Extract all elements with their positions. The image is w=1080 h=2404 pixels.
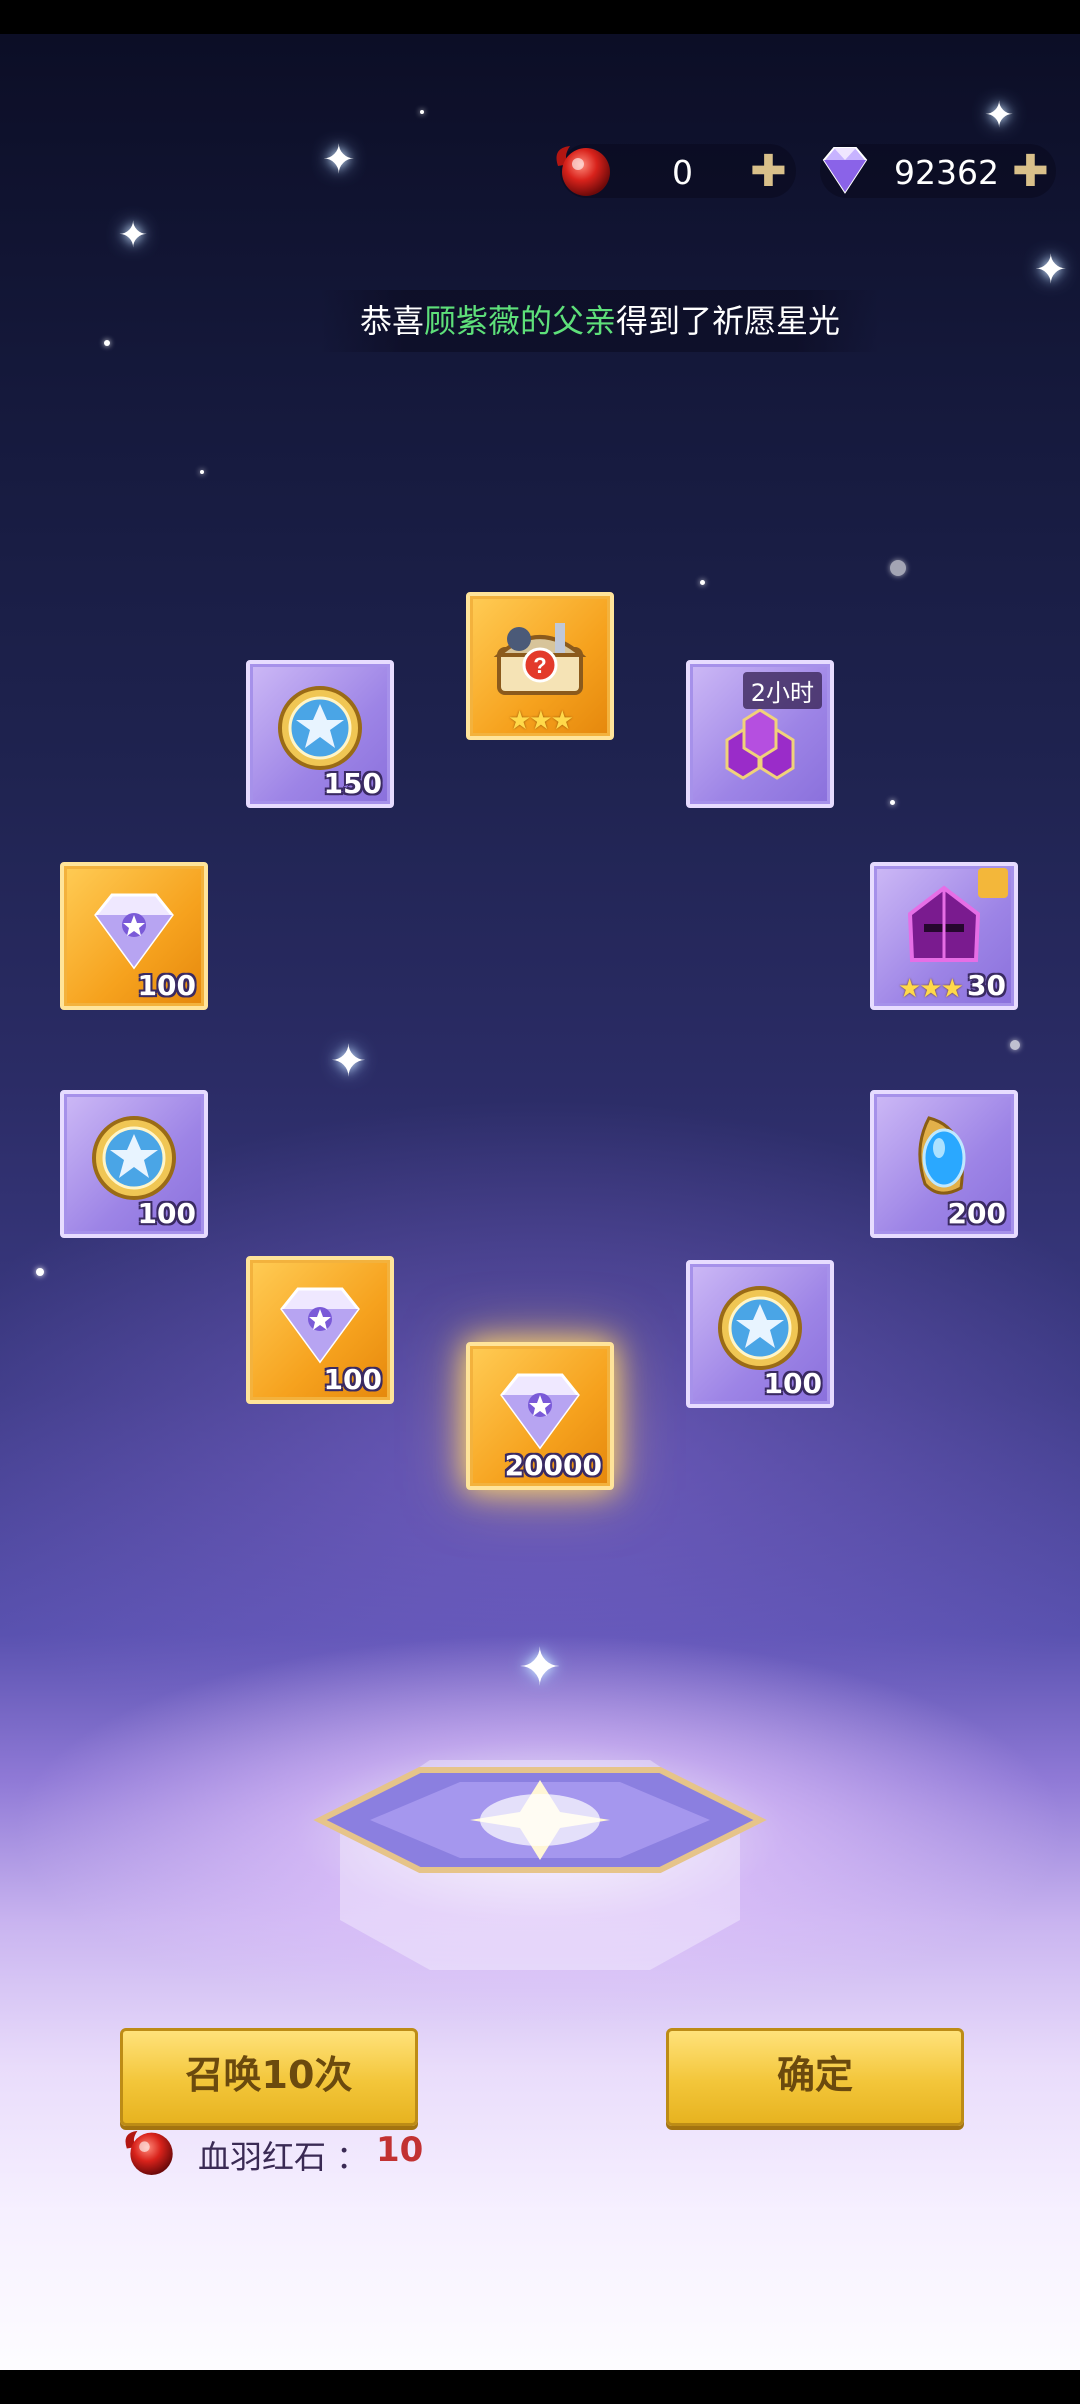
diamond-icon	[500, 1373, 580, 1450]
star-dot	[1010, 1040, 1020, 1050]
sparkle-icon: ✦	[322, 137, 356, 183]
sparkle-icon: ✦	[1034, 247, 1068, 293]
cost-label: 血羽红石 ：	[198, 2138, 369, 2176]
sparkle-icon: ✦	[518, 1638, 562, 1698]
reward-item-medal[interactable]: 150	[246, 660, 394, 808]
announcement-prefix: 恭喜	[359, 302, 424, 340]
reward-item-chest[interactable]: ? ★★★	[466, 592, 614, 740]
item-quantity: 150	[323, 767, 382, 800]
star-dot	[200, 470, 204, 474]
summon-10-button[interactable]: 召唤10次	[120, 2028, 418, 2126]
ruby-amount: 0	[672, 153, 693, 192]
blue-gem-icon	[918, 1116, 966, 1195]
summon-result-screen: ✦ ✦ ✦ ✦ ✦ ✦ 0 ✚ 92362 ✚ 恭喜顾紫薇的父亲得到了祈愿星光	[0, 0, 1080, 2404]
star-dot	[104, 340, 110, 346]
add-ruby-button[interactable]: ✚	[750, 146, 787, 197]
svg-text:?: ?	[533, 653, 546, 678]
duration-tag: 2小时	[742, 672, 822, 709]
star-dot	[700, 580, 705, 585]
sparkle-icon: ✦	[118, 215, 149, 256]
summon-platform	[313, 1760, 767, 1970]
announcement-player: 顾紫薇的父亲	[423, 302, 616, 340]
announcement-suffix: 得到了祈愿星光	[616, 302, 841, 340]
star-dot	[890, 560, 906, 576]
star-dot	[420, 110, 424, 114]
mystery-chest-icon: ?	[493, 623, 587, 696]
item-quantity: 100	[137, 1197, 196, 1230]
reward-item-diamond[interactable]: 100	[60, 862, 208, 1010]
reward-item-medal[interactable]: 100	[60, 1090, 208, 1238]
sparkle-icon: ✦	[330, 1036, 367, 1087]
diamond-icon	[94, 893, 174, 970]
reward-item-potion[interactable]: 2小时	[686, 660, 834, 808]
add-diamond-button[interactable]: ✚	[1012, 146, 1049, 197]
item-quantity: 20000	[504, 1449, 602, 1482]
confirm-button[interactable]: 确定	[666, 2028, 964, 2126]
star-dot	[36, 1268, 44, 1276]
item-quantity: 100	[323, 1363, 382, 1396]
red-orb-icon	[125, 2130, 173, 2175]
red-orb-icon	[556, 146, 610, 196]
item-quantity: 200	[947, 1197, 1006, 1230]
reward-item-medal[interactable]: 100	[686, 1260, 834, 1408]
star-medal-icon	[718, 1286, 802, 1371]
reward-item-helmet[interactable]: ★★★ 30	[870, 862, 1018, 1010]
reward-item-gem[interactable]: 200	[870, 1090, 1018, 1238]
item-quantity: 30	[967, 969, 1006, 1002]
reward-item-diamond[interactable]: 100	[246, 1256, 394, 1404]
reward-item-diamond-grand[interactable]: 20000	[466, 1342, 614, 1490]
navigation-bar	[0, 2370, 1080, 2404]
diamond-icon	[280, 1287, 360, 1364]
ruby-currency: 0 ✚	[556, 144, 796, 198]
puzzle-piece-icon	[978, 868, 1008, 898]
star-dot	[890, 800, 895, 805]
star-rating: ★★★	[898, 974, 964, 1004]
status-bar	[0, 0, 1080, 34]
purple-diamond-icon	[822, 147, 868, 194]
potion-bundle-icon	[725, 708, 795, 780]
sparkle-icon: ✦	[984, 95, 1015, 136]
diamond-amount: 92362	[894, 153, 999, 192]
item-quantity: 100	[137, 969, 196, 1002]
cost-value: 10	[376, 2130, 424, 2170]
item-quantity: 100	[763, 1367, 822, 1400]
star-medal-icon	[278, 686, 362, 771]
star-medal-icon	[92, 1116, 176, 1201]
star-rating: ★★★	[508, 706, 574, 736]
diamond-currency: 92362 ✚	[820, 144, 1056, 198]
announcement-banner: 恭喜顾紫薇的父亲得到了祈愿星光	[320, 290, 880, 352]
